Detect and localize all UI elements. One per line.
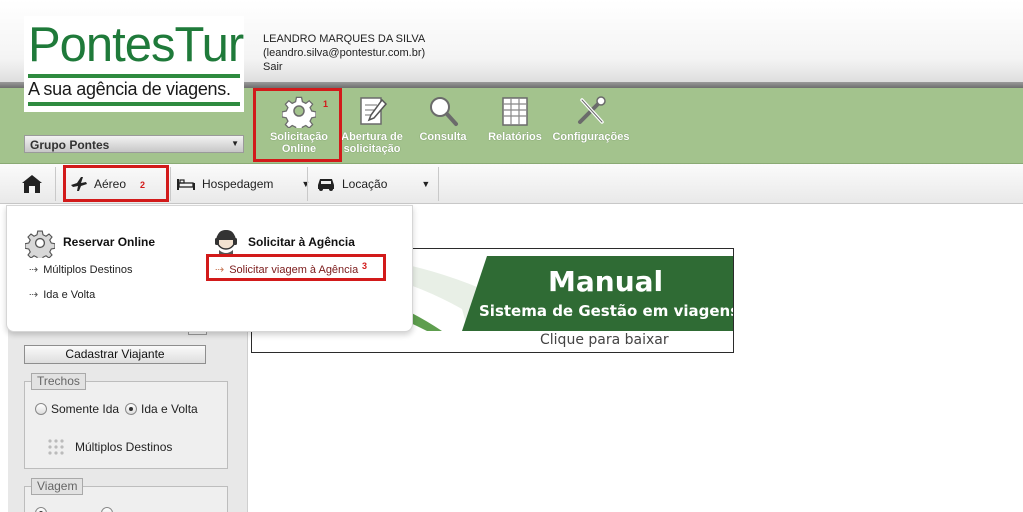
radio-button[interactable] (35, 403, 47, 415)
radio-label: Somente Ida (51, 402, 120, 416)
dots-grid-icon (48, 439, 64, 455)
radio-label: Ida e Volta (141, 402, 198, 416)
user-name: LEANDRO MARQUES DA SILVA (263, 33, 426, 45)
link-multiplos-destinos[interactable]: ⇢ Múltiplos Destinos (29, 263, 132, 276)
toolbar-abertura-solicitacao[interactable]: Abertura de solicitação (337, 94, 407, 155)
toolbar-label: Abertura de (341, 131, 403, 143)
aereo-dropdown-menu: Reservar Online ⇢ Múltiplos Destinos ⇢ Ida… (6, 205, 413, 332)
multi-destinations-option[interactable]: Múltiplos Destinos (47, 438, 172, 456)
banner-title: Manual (548, 265, 664, 298)
nav-aereo-label: Aéreo (94, 177, 127, 191)
chevron-down-icon: ▼ (231, 139, 239, 148)
nav-locacao[interactable]: Locação ▼ (316, 172, 430, 196)
tools-icon (578, 96, 606, 124)
house-icon (22, 175, 42, 193)
toolbar-label: Configurações (552, 131, 630, 143)
solicitar-agencia-title: Solicitar à Agência (248, 235, 355, 249)
multi-destinations-label: Múltiplos Destinos (75, 440, 173, 454)
trechos-fieldset: Trechos Somente Ida Ida e Volta Múltiplo… (24, 373, 228, 469)
home-button[interactable] (20, 172, 44, 196)
nav-divider (170, 167, 171, 201)
toolbar-label: Relatórios (488, 131, 542, 143)
bed-icon (177, 179, 195, 190)
gear-icon (282, 96, 316, 128)
link-label: Ida e Volta (43, 289, 96, 301)
edit-document-icon (360, 97, 388, 125)
viagem-fieldset: Viagem (24, 478, 228, 512)
radio-somente-ida[interactable]: Somente Ida (35, 402, 119, 416)
nav-divider (438, 167, 439, 201)
link-ida-e-volta[interactable]: ⇢ Ida e Volta (29, 288, 95, 301)
nav-aereo[interactable]: Aéreo (70, 172, 126, 196)
user-info: LEANDRO MARQUES DA SILVA (leandro.silva@… (263, 32, 425, 74)
magnifier-icon (430, 97, 458, 126)
radio-viagem-2[interactable] (101, 507, 113, 512)
toolbar-label: Online (281, 143, 317, 155)
pontestur-logo[interactable]: PontesTur A sua agência de viagens. (24, 16, 244, 112)
logout-link[interactable]: Sair (263, 60, 425, 74)
register-traveler-button[interactable]: Cadastrar Viajante (24, 345, 206, 364)
chevron-down-icon: ▼ (421, 179, 431, 189)
annotation-number-1: 1 (323, 99, 329, 109)
nav-locacao-label: Locação (342, 177, 388, 191)
nav-hospedagem-label: Hospedagem (202, 177, 274, 191)
car-icon (318, 179, 334, 191)
radio-button[interactable] (101, 507, 113, 512)
toolbar-configuracoes[interactable]: Configurações (551, 94, 631, 143)
arrow-right-icon: ⇢ (29, 289, 39, 301)
toolbar-label: Solicitação (269, 131, 329, 143)
arrow-right-icon: ⇢ (29, 264, 39, 276)
radio-button-selected[interactable] (125, 403, 137, 415)
agent-headset-icon (215, 230, 237, 255)
logo-name: PontesTur (28, 18, 244, 72)
chevron-down-icon: ▼ (301, 179, 311, 189)
link-label: Múltiplos Destinos (43, 264, 133, 276)
user-email: (leandro.silva@pontestur.com.br) (263, 47, 426, 59)
banner-subtitle: Sistema de Gestão em viagens (479, 302, 734, 320)
nav-divider (55, 167, 56, 201)
group-select[interactable]: Grupo Pontes ▼ (24, 135, 244, 153)
logo-bar (28, 102, 240, 106)
toolbar-relatorios[interactable]: Relatórios (484, 94, 546, 143)
logo-tagline: A sua agência de viagens. (28, 79, 231, 99)
arrow-right-icon: ⇢ (215, 264, 225, 276)
gear-icon (25, 230, 55, 258)
spreadsheet-icon (502, 97, 528, 126)
airplane-icon (71, 177, 87, 191)
toolbar-label: Consulta (419, 131, 467, 143)
trechos-legend: Trechos (31, 373, 86, 390)
toolbar-consulta[interactable]: Consulta (414, 94, 472, 143)
nav-divider (307, 167, 308, 201)
banner-cta[interactable]: Clique para baixar (540, 332, 669, 348)
reservar-online-title: Reservar Online (63, 235, 156, 249)
group-select-value: Grupo Pontes (30, 138, 110, 152)
radio-button-selected[interactable] (35, 507, 47, 512)
viagem-legend: Viagem (31, 478, 84, 495)
toolbar-label: solicitação (343, 143, 401, 155)
logo-bar (28, 74, 240, 78)
annotation-number-3: 3 (362, 261, 368, 271)
link-label: Solicitar viagem à Agência (229, 264, 359, 276)
radio-ida-e-volta[interactable]: Ida e Volta (125, 402, 198, 416)
annotation-number-2: 2 (140, 180, 146, 190)
link-solicitar-viagem-agencia[interactable]: ⇢ Solicitar viagem à Agência (215, 263, 358, 276)
service-nav-bar (0, 164, 1023, 204)
nav-hospedagem[interactable]: Hospedagem ▼ (176, 172, 310, 196)
radio-viagem-1[interactable] (35, 507, 47, 512)
